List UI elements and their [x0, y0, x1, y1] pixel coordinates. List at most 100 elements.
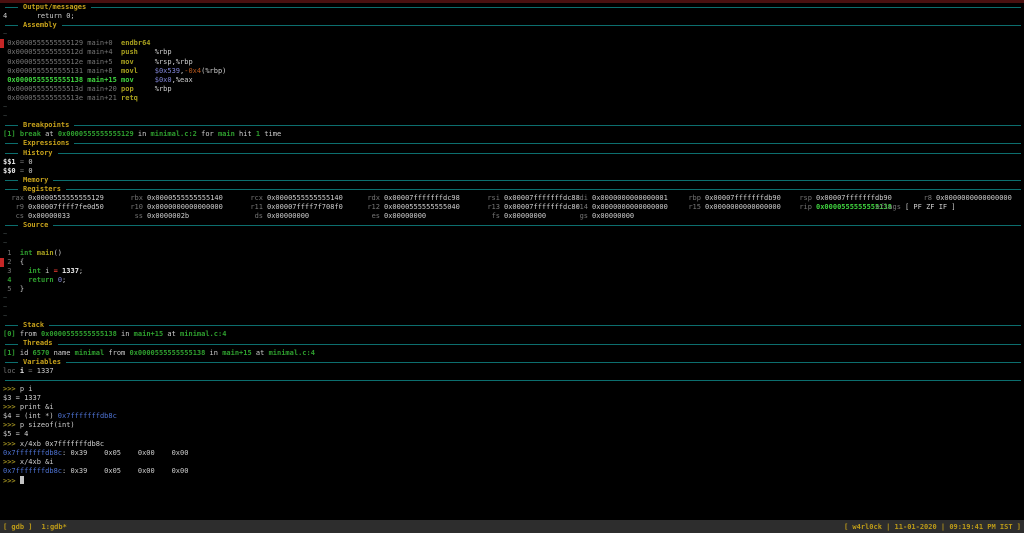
variable-entry: loc i = 1337: [3, 367, 1024, 376]
gdb-command: >>> p i: [3, 385, 1024, 394]
source-line-breakpoint: 2 {: [3, 258, 1024, 267]
register-name: r13: [487, 203, 500, 212]
section-label: Stack: [18, 321, 49, 330]
terminal-cursor[interactable]: [20, 476, 25, 485]
gdb-prompt-current[interactable]: >>>: [3, 476, 1024, 485]
section-label: Source: [18, 221, 53, 230]
section-label: Registers: [18, 185, 66, 194]
text: $3 = 1337: [3, 394, 41, 402]
register-name: rsp: [799, 194, 812, 203]
register-value: 0x0000000000000000: [147, 203, 223, 211]
gdb-result: $4 = (int *) 0x7fffffffdb8c: [3, 412, 1024, 421]
empty-line: ~: [3, 294, 1024, 303]
register-fs: fs0x00000000: [504, 212, 546, 221]
address-blue: 0x7fffffffdb8c: [3, 449, 62, 457]
muted-text: main+8: [83, 67, 121, 75]
gdb-command: >>> x/4xb 0x7fffffffdb8c: [3, 440, 1024, 449]
register-name: rdx: [367, 194, 380, 203]
breakpoint-entry: [1] break at 0x0000555555555129 in minim…: [3, 130, 1024, 139]
breakpoint-marker-icon: [0, 39, 4, 48]
register-name: rax: [11, 194, 24, 203]
register-value: 0x00000000: [504, 212, 546, 220]
divider-line: [5, 225, 18, 226]
value-bold: $$1: [3, 158, 16, 166]
text: %eax: [176, 76, 193, 84]
register-name: r10: [130, 203, 143, 212]
highlight-green: main: [218, 130, 235, 138]
register-name: rbx: [130, 194, 143, 203]
text: print &i: [20, 403, 54, 411]
muted-text: loc: [3, 367, 20, 375]
register-value: 0x00000033: [28, 212, 70, 220]
register-value: 0x00007ffff7fe0d50: [28, 203, 104, 211]
breakpoint-marker-icon: [0, 258, 4, 267]
text: {: [20, 258, 24, 266]
asm-line: 0x000055555555513e main+21 retq: [3, 94, 1024, 103]
register-r13: r130x00007fffffffdc80: [504, 203, 580, 212]
tilde: ~: [3, 103, 7, 111]
register-row: cs0x00000033ss0x0000002bds0x00000000es0x…: [3, 212, 1024, 221]
tilde: ~: [3, 239, 7, 247]
text: ;: [62, 276, 66, 284]
section-header-stack: Stack: [3, 321, 1024, 330]
register-rcx: rcx0x0000555555555140: [267, 194, 343, 203]
empty-line: ~: [3, 303, 1024, 312]
tmux-status-bar: [ gdb ] 1:gdb* [ w4rl0ck | 11-01-2020 | …: [0, 520, 1024, 533]
text: at: [252, 349, 269, 357]
asm-line: 0x000055555555512d main+4 push %rbp: [3, 48, 1024, 57]
muted-text: 5: [3, 285, 20, 293]
value-bold: 1337: [62, 267, 79, 275]
mnemonic: pop: [121, 85, 155, 93]
divider-line: [5, 143, 18, 144]
source-line: 5 }: [3, 285, 1024, 294]
prompt: >>>: [3, 403, 20, 411]
section-label: Expressions: [18, 139, 74, 148]
prompt: >>>: [3, 440, 20, 448]
register-value: 0x00007fffffffdc98: [384, 194, 460, 202]
literal-value: $0x539: [155, 67, 180, 75]
register-name: rsi: [487, 194, 500, 203]
highlight-green: 4: [3, 276, 20, 284]
literal-value: $0x0: [155, 76, 172, 84]
register-gs: gs0x00000000: [592, 212, 634, 221]
register-name: ds: [255, 212, 263, 221]
register-value: 0x00007ffff7f708f0: [267, 203, 343, 211]
register-value: 0x0000000000000000: [936, 194, 1012, 202]
muted-text: 1: [3, 249, 20, 257]
register-rbp: rbp0x00007fffffffdb90: [705, 194, 781, 203]
register-r9: r90x00007ffff7fe0d50: [28, 203, 104, 212]
section-header-source: Source: [3, 221, 1024, 230]
mnemonic: mov: [121, 58, 155, 66]
text: return 0;: [7, 12, 74, 20]
tilde: ~: [3, 312, 7, 320]
asm-line-breakpoint: 0x0000555555555129 main+0 endbr64: [3, 39, 1024, 48]
highlight-green: 6570: [33, 349, 50, 357]
terminal[interactable]: Output/messages4 return 0;Assembly~ 0x00…: [0, 3, 1024, 485]
register-value: 0x0000555555555040: [384, 203, 460, 211]
offset-value: -0x4: [184, 67, 201, 75]
section-header-breakpoints: Breakpoints: [3, 121, 1024, 130]
register-es: es0x00000000: [384, 212, 426, 221]
register-name: r11: [250, 203, 263, 212]
text: x/4xb 0x7fffffffdb8c: [20, 440, 104, 448]
section-header-memory: Memory: [3, 176, 1024, 185]
register-name: rcx: [250, 194, 263, 203]
text: from: [16, 330, 41, 338]
register-value: 0x0000555555555140: [147, 194, 223, 202]
muted-text: =: [16, 158, 29, 166]
register-value: 0x00007fffffffdb90: [816, 194, 892, 202]
register-r10: r100x0000000000000000: [147, 203, 223, 212]
muted-text: main+5: [83, 58, 121, 66]
divider-line: [5, 180, 18, 181]
history-entry: $$0 = 0: [3, 167, 1024, 176]
muted-text: main+0: [83, 39, 121, 47]
text: ;: [79, 267, 83, 275]
stack-frame: [0] from 0x0000555555555138 in main+15 a…: [3, 330, 1024, 339]
register-value: 0x00000000: [384, 212, 426, 220]
text: for: [197, 130, 218, 138]
highlight-green: return: [28, 276, 53, 284]
section-label: Output/messages: [18, 3, 91, 12]
highlight-green: [0]: [3, 330, 16, 338]
highlight-bright-green: main+15: [83, 76, 121, 84]
tilde: ~: [3, 112, 7, 120]
